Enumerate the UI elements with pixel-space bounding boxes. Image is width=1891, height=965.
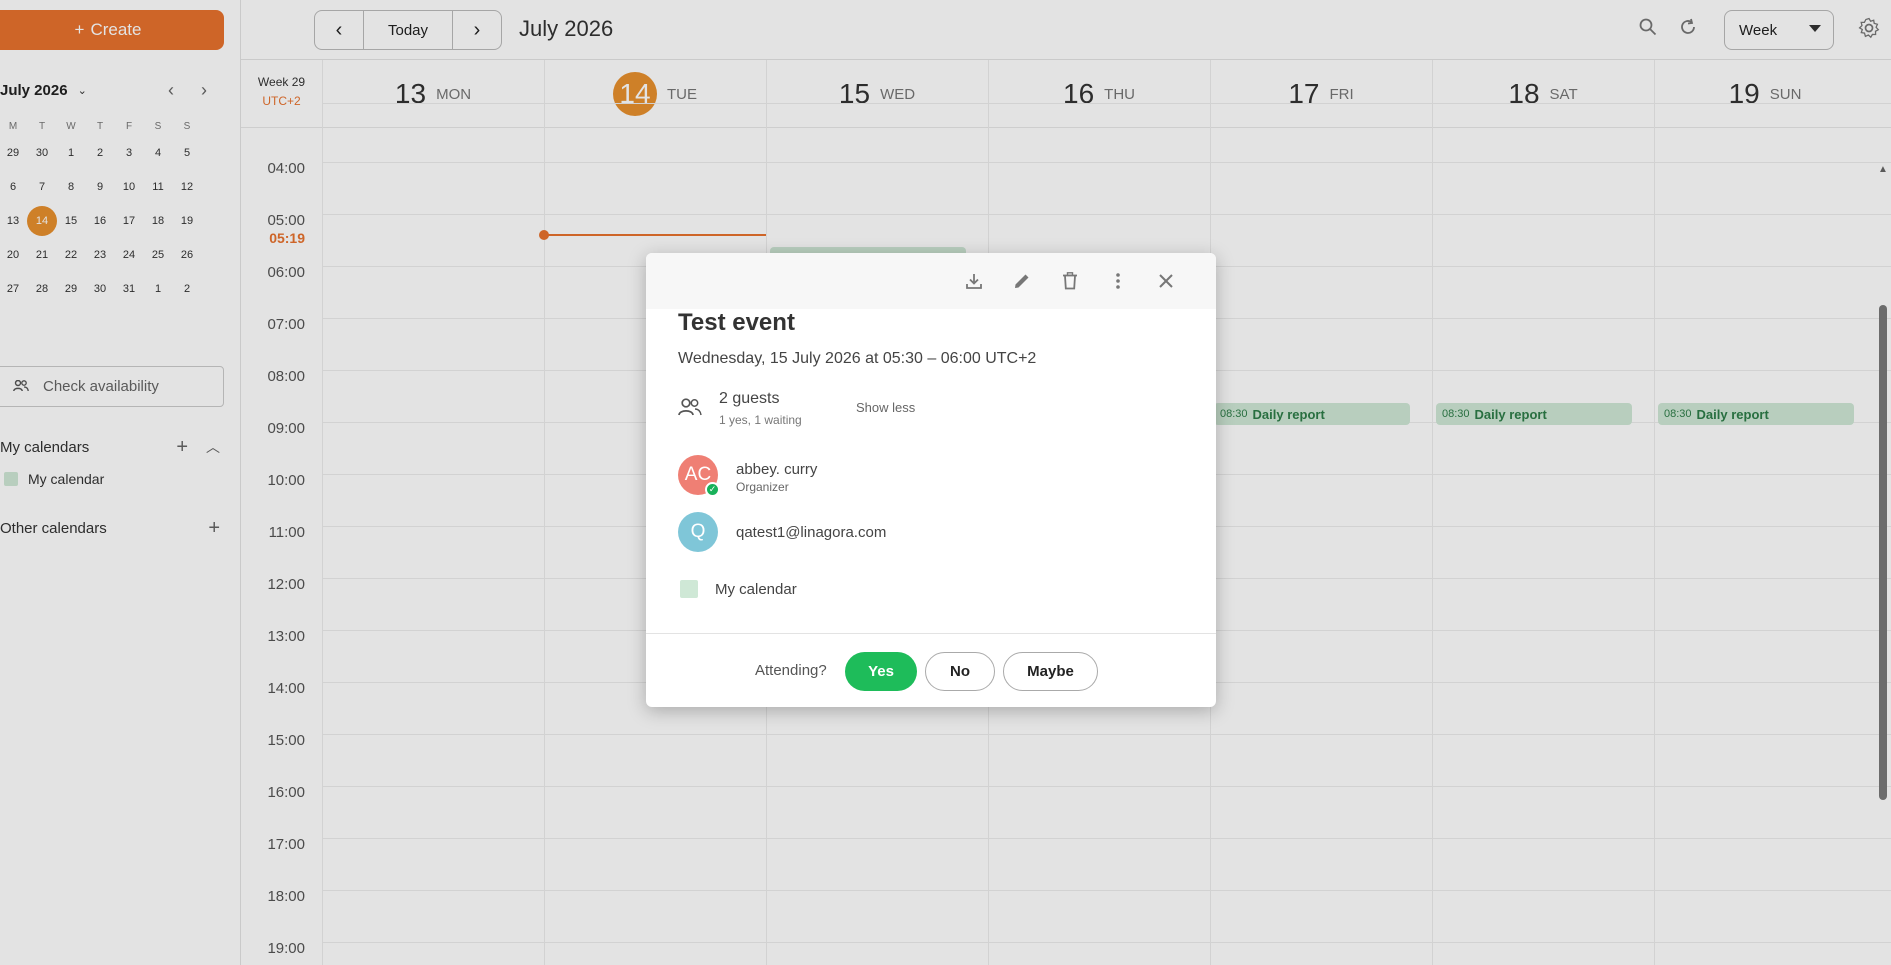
edit-pencil-icon[interactable] bbox=[1008, 267, 1036, 295]
divider bbox=[646, 633, 1216, 634]
guests-icon bbox=[678, 398, 702, 421]
rsvp-no-button[interactable]: No bbox=[925, 652, 995, 691]
attendee-row: AC ✓ abbey. curry Organizer bbox=[678, 455, 1178, 497]
guests-summary: 1 yes, 1 waiting bbox=[719, 413, 802, 427]
event-title: Test event bbox=[678, 309, 795, 336]
avatar: Q bbox=[678, 512, 718, 552]
event-datetime: Wednesday, 15 July 2026 at 05:30 – 06:00… bbox=[678, 350, 1037, 367]
dialog-toolbar bbox=[646, 253, 1216, 309]
close-icon[interactable] bbox=[1152, 267, 1180, 295]
event-preview-dialog: Test event Wednesday, 15 July 2026 at 05… bbox=[646, 253, 1216, 707]
download-icon[interactable] bbox=[960, 267, 988, 295]
show-less-button[interactable]: Show less bbox=[856, 400, 915, 415]
attending-label: Attending? bbox=[755, 662, 827, 679]
accepted-check-icon: ✓ bbox=[705, 482, 720, 497]
guests-count: 2 guests bbox=[719, 390, 780, 407]
event-calendar: My calendar bbox=[680, 580, 797, 598]
attendee-name: qatest1@linagora.com bbox=[736, 524, 887, 541]
attendee-row: Q qatest1@linagora.com bbox=[678, 512, 1178, 554]
calendar-color-swatch bbox=[680, 580, 698, 598]
event-calendar-name: My calendar bbox=[715, 580, 797, 598]
rsvp-yes-button[interactable]: Yes bbox=[845, 652, 917, 691]
attendee-name: abbey. curry bbox=[736, 461, 818, 478]
delete-trash-icon[interactable] bbox=[1056, 267, 1084, 295]
attendee-role: Organizer bbox=[736, 480, 789, 494]
more-vertical-icon[interactable] bbox=[1104, 267, 1132, 295]
rsvp-maybe-button[interactable]: Maybe bbox=[1003, 652, 1098, 691]
